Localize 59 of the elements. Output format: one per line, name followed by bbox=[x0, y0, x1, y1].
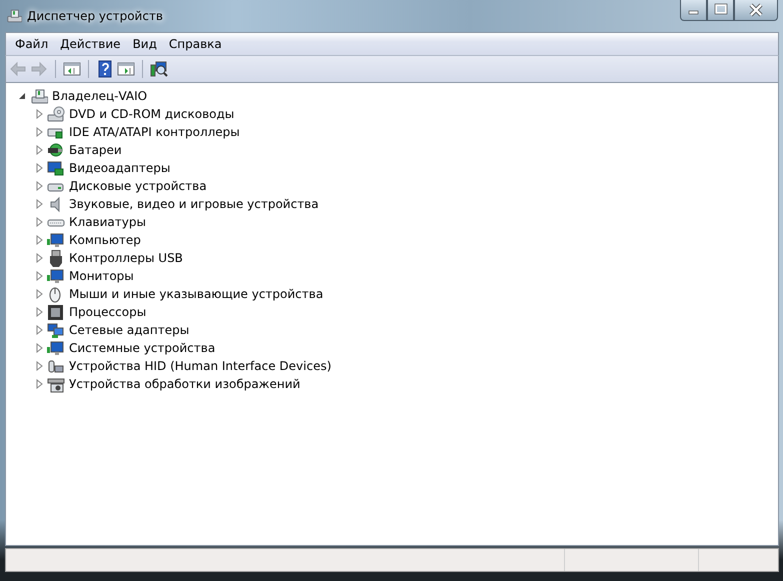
optical-icon bbox=[47, 106, 65, 122]
tree-item[interactable]: Батареи bbox=[67, 143, 124, 157]
close-button[interactable] bbox=[734, 0, 778, 21]
tree-item[interactable]: Клавиатуры bbox=[67, 215, 148, 229]
expand-arrow-icon[interactable] bbox=[35, 127, 44, 137]
window-title: Диспетчер устройств bbox=[27, 9, 164, 23]
tree-item[interactable]: Компьютер bbox=[67, 233, 143, 247]
minimize-button[interactable] bbox=[680, 0, 707, 21]
tree-item[interactable]: Дисковые устройства bbox=[67, 179, 209, 193]
computer-icon bbox=[30, 88, 48, 104]
expand-arrow-icon[interactable] bbox=[35, 289, 44, 299]
collapse-arrow-icon[interactable] bbox=[18, 91, 27, 101]
maximize-button[interactable] bbox=[707, 0, 734, 21]
tree-item[interactable]: Устройства обработки изображений bbox=[67, 377, 302, 391]
menu-item[interactable]: Справка bbox=[162, 37, 228, 51]
expand-arrow-icon[interactable] bbox=[35, 379, 44, 389]
cpu-icon bbox=[47, 304, 65, 320]
expand-arrow-icon[interactable] bbox=[35, 325, 44, 335]
pane-icon[interactable] bbox=[63, 60, 81, 78]
scan-hardware-icon[interactable] bbox=[150, 60, 168, 78]
tree-item[interactable]: Владелец-VAIO bbox=[50, 89, 150, 103]
display-icon bbox=[47, 160, 65, 176]
help-icon[interactable] bbox=[96, 60, 114, 78]
expand-arrow-icon[interactable] bbox=[35, 181, 44, 191]
expand-arrow-icon[interactable] bbox=[35, 109, 44, 119]
expand-arrow-icon[interactable] bbox=[35, 235, 44, 245]
expand-arrow-icon[interactable] bbox=[35, 307, 44, 317]
tree-item[interactable]: Процессоры bbox=[67, 305, 148, 319]
tree-item[interactable]: IDE ATA/ATAPI контроллеры bbox=[67, 125, 242, 139]
menu-item[interactable]: Файл bbox=[9, 37, 54, 51]
expand-arrow-icon[interactable] bbox=[35, 343, 44, 353]
expand-arrow-icon[interactable] bbox=[35, 145, 44, 155]
tree-item[interactable]: Контроллеры USB bbox=[67, 251, 185, 265]
tree-item[interactable]: Устройства HID (Human Interface Devices) bbox=[67, 359, 334, 373]
tree-item[interactable]: Мыши и иные указывающие устройства bbox=[67, 287, 326, 301]
camera-icon bbox=[47, 376, 65, 392]
tree-item[interactable]: Мониторы bbox=[67, 269, 136, 283]
expand-arrow-icon[interactable] bbox=[35, 253, 44, 263]
tree-item[interactable]: DVD и CD-ROM дисководы bbox=[67, 107, 236, 121]
tree-item[interactable]: Системные устройства bbox=[67, 341, 218, 355]
tree-item[interactable]: Сетевые адаптеры bbox=[67, 323, 192, 337]
monitor-icon bbox=[47, 340, 65, 356]
monitor-icon bbox=[47, 268, 65, 284]
menu-item[interactable]: Действие bbox=[54, 37, 127, 51]
battery-icon bbox=[47, 142, 65, 158]
expand-arrow-icon[interactable] bbox=[35, 199, 44, 209]
monitor-icon bbox=[47, 232, 65, 248]
tree-item[interactable]: Видеоадаптеры bbox=[67, 161, 172, 175]
tree-item[interactable]: Звуковые, видео и игровые устройства bbox=[67, 197, 321, 211]
expand-arrow-icon[interactable] bbox=[35, 163, 44, 173]
expand-arrow-icon[interactable] bbox=[35, 271, 44, 281]
menu-item[interactable]: Вид bbox=[126, 37, 163, 51]
expand-arrow-icon[interactable] bbox=[35, 361, 44, 371]
usb-icon bbox=[47, 250, 65, 266]
hid-icon bbox=[47, 358, 65, 374]
network-icon bbox=[47, 322, 65, 338]
device-manager-icon bbox=[6, 8, 22, 24]
expand-arrow-icon[interactable] bbox=[35, 217, 44, 227]
pane-icon[interactable] bbox=[117, 60, 135, 78]
